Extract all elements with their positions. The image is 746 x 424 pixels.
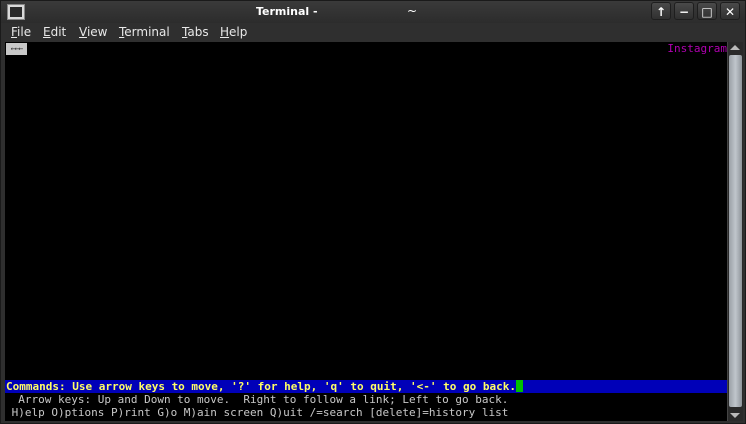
menu-edit[interactable]: Edit bbox=[43, 25, 66, 39]
title-bar[interactable]: Terminal - ~ ↑ − □ ✕ bbox=[1, 1, 745, 23]
arrow-up-icon: ↑ bbox=[655, 5, 667, 19]
terminal-app-icon[interactable] bbox=[7, 4, 25, 20]
menu-file[interactable]: File bbox=[11, 25, 31, 39]
menu-terminal[interactable]: Terminal bbox=[119, 25, 170, 39]
close-icon: ✕ bbox=[724, 5, 736, 19]
minimize-icon: − bbox=[678, 5, 690, 19]
menu-view[interactable]: View bbox=[79, 25, 107, 39]
command-status-line: Commands: Use arrow keys to move, '?' fo… bbox=[5, 380, 727, 393]
terminal-screen[interactable]: ←←← Instagram Commands: Use arrow keys t… bbox=[5, 42, 727, 421]
scroll-down-arrow-icon[interactable] bbox=[730, 413, 740, 418]
menu-bar: File Edit View Terminal Tabs Help bbox=[1, 23, 745, 42]
help-line-arrows: Arrow keys: Up and Down to move. Right t… bbox=[5, 393, 509, 406]
maximize-icon: □ bbox=[701, 5, 713, 19]
menu-tabs[interactable]: Tabs bbox=[182, 25, 209, 39]
terminal-window: Terminal - ~ ↑ − □ ✕ File Edit View Term… bbox=[0, 0, 746, 424]
text-cursor bbox=[515, 380, 523, 392]
minimize-button[interactable]: − bbox=[674, 2, 694, 20]
window-subtitle: ~ bbox=[407, 4, 418, 18]
history-back-indicator: ←←← bbox=[6, 43, 27, 55]
scroll-up-arrow-icon[interactable] bbox=[730, 45, 740, 50]
status-text: Commands: Use arrow keys to move, '?' fo… bbox=[6, 380, 516, 393]
scrollbar-thumb[interactable] bbox=[729, 55, 742, 407]
maximize-button[interactable]: □ bbox=[697, 2, 717, 20]
page-title: Instagram bbox=[667, 42, 727, 55]
close-button[interactable]: ✕ bbox=[720, 2, 740, 20]
vertical-scrollbar[interactable] bbox=[727, 42, 743, 421]
help-line-commands: H)elp O)ptions P)rint G)o M)ain screen Q… bbox=[5, 406, 509, 419]
keep-above-button[interactable]: ↑ bbox=[651, 2, 671, 20]
window-title: Terminal - bbox=[256, 5, 318, 18]
menu-help[interactable]: Help bbox=[220, 25, 247, 39]
